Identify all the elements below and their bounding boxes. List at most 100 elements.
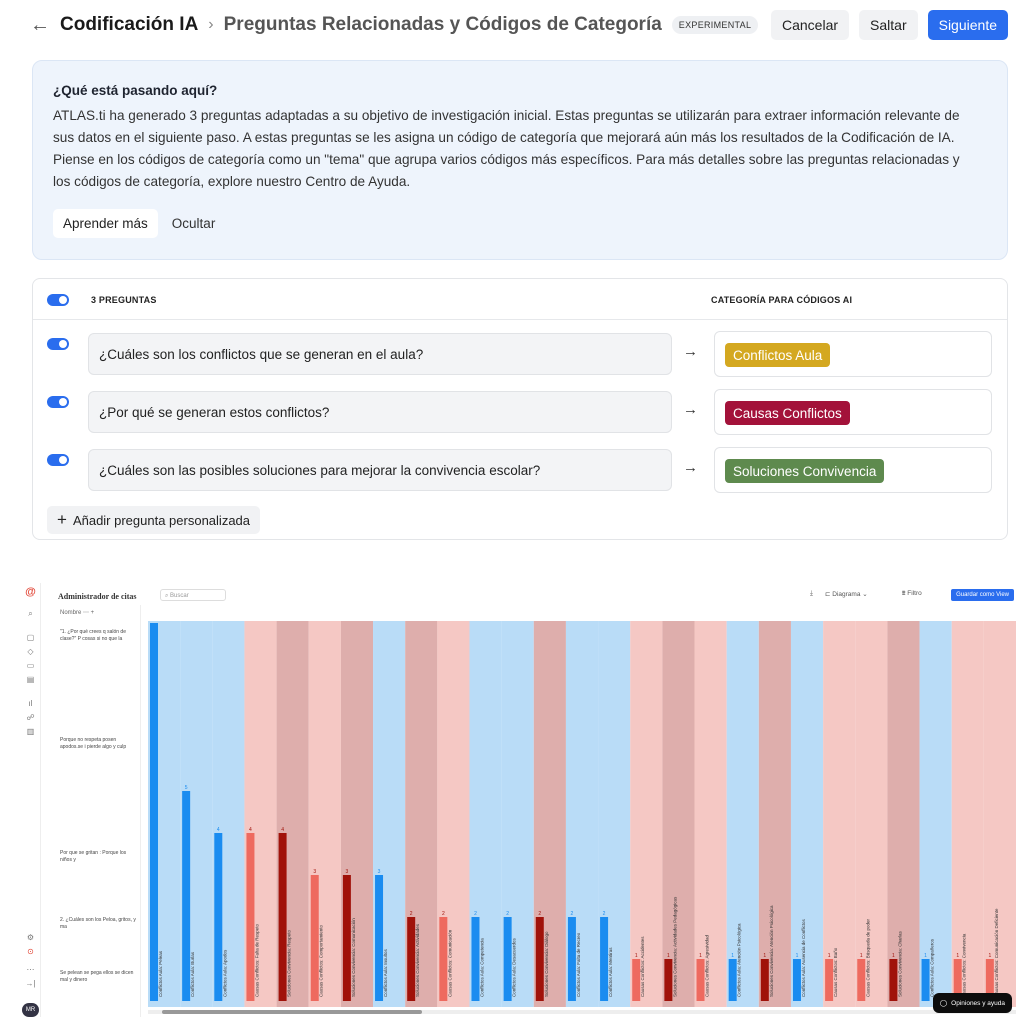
chart-bar[interactable] [150,623,158,1001]
category-cell[interactable]: Soluciones Convivencia [714,447,992,493]
category-cell[interactable]: Conflictos Aula [714,331,992,377]
list-item[interactable]: Por que se gritan : Porque los niños y [60,850,136,864]
chart-category-label: Conflictos Aula: Competencia [479,938,484,997]
question-field[interactable]: ¿Cuáles son los conflictos que se genera… [88,333,672,375]
app-logo-icon[interactable]: @ [25,586,36,598]
chart-bar[interactable] [760,959,769,1001]
chart-bar[interactable] [567,917,576,1001]
list-item[interactable]: 2. ¿Cuáles son los Peloa, gritos, y ma [60,917,136,931]
chart-bar[interactable] [728,959,737,1001]
document-icon[interactable]: ▢ [25,633,36,642]
feedback-button[interactable]: ◯ Opiniones y ayuda [932,993,1012,1013]
list-item-text: Por que se gritan : Porque los niños y [60,850,127,863]
chart-value-label: 1 [828,953,831,959]
chart-value-label: 1 [924,953,927,959]
chart-value-label: 4 [217,827,220,833]
chart-category-label: Soluciones Convivencia: Actividades [415,923,420,997]
avatar[interactable]: MR [22,1003,39,1017]
chart-value-label: 2 [442,911,445,917]
chart-value-label: 1 [699,953,702,959]
question-toggle[interactable] [47,454,69,466]
chart-category-label: Causas Conflictos: Falta de Respeto [254,923,259,997]
question-toggle[interactable] [47,396,69,408]
filter-button[interactable]: ⩩ Filtro [902,590,922,598]
chart-value-label: 3 [378,869,381,875]
quotation-manager-window: @ ⌕ ▢ ◇ ▭ ▤ ıl ☍ ▥ ⚙ ⊙ ⋯ →| MR Administr… [22,583,1016,1017]
chart-bar[interactable] [246,833,255,1001]
collapse-icon[interactable]: →| [25,979,36,988]
chart-category-label: Causas Conflictos: Comunicación [447,929,452,997]
cancel-button[interactable]: Cancelar [771,10,850,40]
hide-button[interactable]: Ocultar [172,216,216,231]
diagram-dropdown[interactable]: ⊏ Diagrama ⌄ [825,590,868,598]
category-cell[interactable]: Causas Conflictos [714,389,992,435]
chart-bar[interactable] [439,917,448,1001]
chart-bar[interactable] [471,917,480,1001]
chart-bar[interactable] [857,959,866,1001]
list-item[interactable]: Se pelean se pega ellos se dicen mal y d… [60,970,136,984]
question-field[interactable]: ¿Por qué se generan estos conflictos? [88,391,672,433]
filter-label: Filtro [907,590,922,597]
quotation-list: Nombre ⋯ + "1. ¿Por qué crees q salón de… [56,605,165,1017]
chart-bar[interactable] [278,833,287,1001]
download-icon[interactable]: ⤓ [810,590,813,598]
network-icon[interactable]: ☍ [25,713,36,722]
questions-count-header: 3 PREGUNTAS [91,295,157,305]
question-field[interactable]: ¿Cuáles son las posibles soluciones para… [88,449,672,491]
question-toggle[interactable] [47,338,69,350]
settings-icon[interactable]: ⚙ [25,933,36,942]
chart-bar[interactable] [407,917,416,1001]
info-line: Piense en los códigos de categoría como … [53,152,960,167]
list-item-text: "1. ¿Por qué crees q salón de clase?" P … [60,629,126,642]
chart-bar[interactable] [182,791,191,1001]
chart-bar[interactable] [375,875,384,1001]
analysis-icon[interactable]: ıl [25,699,36,708]
category-tag[interactable]: Causas Conflictos [725,401,850,425]
skip-button[interactable]: Saltar [859,10,918,40]
add-custom-question-label: Añadir pregunta personalizada [72,512,251,528]
book-icon[interactable]: ▥ [25,727,36,736]
category-header: CATEGORÍA PARA CÓDIGOS AI [711,295,853,305]
search-placeholder: Buscar [170,593,189,599]
chart-bar[interactable] [310,875,319,1001]
chart-value-label: 2 [410,911,413,917]
toggle-all-switch[interactable] [47,294,69,306]
back-arrow-icon[interactable]: ← [30,14,50,37]
list-item[interactable]: Porque no respeta posen apodos.se i pier… [60,737,136,751]
next-button[interactable]: Siguiente [927,10,1008,40]
chart-bar[interactable] [600,917,609,1001]
add-custom-question-button[interactable]: + Añadir pregunta personalizada [47,506,261,534]
chart-bar[interactable] [792,959,801,1001]
chart-bar[interactable] [664,959,673,1001]
alert-icon[interactable]: ⊙ [25,947,36,956]
category-tag[interactable]: Conflictos Aula [725,343,831,367]
chart-horizontal-scrollbar[interactable] [148,1007,1016,1017]
save-view-button[interactable]: Guardar como View [951,589,1014,601]
chart-bar[interactable] [632,959,641,1001]
chart-bar[interactable] [921,959,930,1001]
more-icon[interactable]: ⋯ [25,965,36,974]
chart-bar[interactable] [825,959,834,1001]
chart-bar[interactable] [342,875,351,1001]
chart-bar[interactable] [889,959,898,1001]
chart-value-label: 1 [956,953,959,959]
learn-more-button[interactable]: Aprender más [53,209,158,238]
chart-value-label: 3 [313,869,316,875]
quote-icon[interactable]: ▭ [25,661,36,670]
questions-panel: 3 PREGUNTAS CATEGORÍA PARA CÓDIGOS AI ¿C… [32,278,1008,540]
list-item[interactable]: "1. ¿Por qué crees q salón de clase?" P … [60,629,136,643]
chart-bar[interactable] [503,917,512,1001]
tag-icon[interactable]: ◇ [25,647,36,656]
search-input[interactable]: ⌕ Buscar [160,589,226,601]
chart-bar[interactable] [214,833,223,1001]
search-icon[interactable]: ⌕ [25,609,36,619]
chart-category-label: Conflictos Aula: Falta de Recreo [576,932,581,997]
category-tag[interactable]: Soluciones Convivencia [725,459,885,483]
chart-column-bg [630,621,663,1007]
chart-bar[interactable] [535,917,544,1001]
chart-column-bg [726,621,759,1007]
name-column-header[interactable]: Nombre ⋯ + [60,609,94,616]
memo-icon[interactable]: ▤ [25,675,36,684]
chart-bar[interactable] [696,959,705,1001]
info-line: ATLAS.ti ha generado 3 preguntas adaptad… [53,108,960,123]
